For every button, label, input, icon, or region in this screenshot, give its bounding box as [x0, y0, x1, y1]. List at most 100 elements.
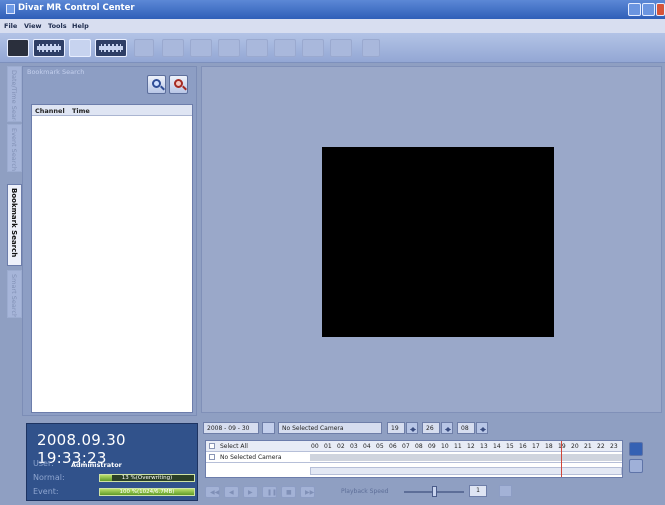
fast-forward-button[interactable]: ▶▶: [300, 486, 315, 498]
search-button[interactable]: [147, 75, 166, 94]
second-field[interactable]: 08: [457, 422, 475, 434]
close-button[interactable]: [656, 3, 665, 16]
calendar-icon[interactable]: [262, 422, 275, 434]
column-time[interactable]: Time: [72, 107, 90, 115]
app-icon: [6, 4, 15, 14]
tab-bookmark-search[interactable]: Bookmark Search: [7, 184, 22, 266]
minute-field[interactable]: 26: [422, 422, 440, 434]
clear-search-button[interactable]: [169, 75, 188, 94]
live-view-film-icon[interactable]: [33, 39, 65, 57]
select-all-checkbox[interactable]: [209, 443, 215, 449]
layout-8-icon[interactable]: [330, 39, 352, 57]
timeline[interactable]: Select All 00 01 02 03 04 05 06 07 08 09 10 11 12 13 1…: [205, 440, 623, 478]
video-screen[interactable]: [322, 147, 554, 337]
minimize-button[interactable]: [628, 3, 641, 16]
maximize-button[interactable]: [642, 3, 655, 16]
hour-tick: 04: [363, 443, 371, 450]
hour-scale: 0001020304050607080910111213141516171819…: [310, 441, 622, 452]
bookmark-panel: Bookmark Search Channel Time: [22, 66, 197, 416]
window-title: Divar MR Control Center: [18, 3, 135, 13]
layout-2-icon[interactable]: [162, 39, 184, 57]
status-panel: 2008.09.30 19:33:23 User: Administrator …: [26, 423, 198, 501]
hour-tick: 01: [324, 443, 332, 450]
camera-row-label: No Selected Camera: [220, 454, 282, 461]
tab-smart-search[interactable]: Smart Search: [7, 270, 22, 318]
step-back-button[interactable]: ◀: [224, 486, 239, 498]
hour-tick: 02: [337, 443, 345, 450]
setup-wrench-icon[interactable]: [69, 39, 91, 57]
event-label: Event:: [33, 487, 59, 496]
layout-5-icon[interactable]: [246, 39, 268, 57]
hour-tick: 23: [610, 443, 618, 450]
tab-date-time-search[interactable]: Date/Time Search: [7, 66, 22, 122]
user-label: User:: [33, 459, 54, 468]
hour-tick: 08: [415, 443, 423, 450]
hour-field[interactable]: 19: [387, 422, 405, 434]
hour-tick: 07: [402, 443, 410, 450]
menu-file[interactable]: File: [4, 22, 17, 30]
event-storage-gauge: 100 %(1024/6.7MB): [99, 488, 195, 496]
normal-gauge-text: 13 %(Overwriting): [121, 475, 173, 481]
select-all-label: Select All: [220, 443, 248, 450]
hour-tick: 09: [428, 443, 436, 450]
playback-speed-label: Playback Speed: [341, 488, 389, 495]
playback-controls: 2008 - 09 - 30 No Selected Camera 19 26 …: [201, 419, 662, 503]
rewind-button[interactable]: ◀◀: [205, 486, 220, 498]
hour-tick: 18: [545, 443, 553, 450]
camera-checkbox[interactable]: [209, 454, 215, 460]
hour-tick: 12: [467, 443, 475, 450]
normal-label: Normal:: [33, 473, 65, 482]
speed-apply-button[interactable]: [499, 485, 512, 497]
speed-slider-handle[interactable]: [432, 486, 437, 497]
layout-7-icon[interactable]: [302, 39, 324, 57]
search-tabs: Date/Time Search Event Search Bookmark S…: [7, 66, 22, 416]
timeline-scrollbar[interactable]: [310, 467, 622, 475]
hour-tick: 20: [571, 443, 579, 450]
panel-header: Bookmark Search: [27, 68, 85, 76]
zoom-in-icon[interactable]: [629, 442, 643, 456]
date-field[interactable]: 2008 - 09 - 30: [203, 422, 259, 434]
play-button[interactable]: ▶: [243, 486, 258, 498]
export-icon[interactable]: [362, 39, 380, 57]
menu-help[interactable]: Help: [72, 22, 89, 30]
video-area: [201, 66, 662, 413]
hour-tick: 11: [454, 443, 462, 450]
layout-3-icon[interactable]: [190, 39, 212, 57]
hour-tick: 22: [597, 443, 605, 450]
hour-tick: 05: [376, 443, 384, 450]
hour-spinner[interactable]: [406, 422, 418, 434]
hour-tick: 15: [506, 443, 514, 450]
playback-film-icon[interactable]: [95, 39, 127, 57]
event-gauge-text: 100 %(1024/6.7MB): [119, 489, 175, 495]
layout-6-icon[interactable]: [274, 39, 296, 57]
select-all-row: Select All 00 01 02 03 04 05 06 07 08 09 10 11 12 13 1…: [206, 441, 622, 452]
bookmark-list[interactable]: Channel Time: [31, 104, 193, 413]
menu-bar: File View Tools Help: [0, 19, 665, 33]
column-channel[interactable]: Channel: [35, 107, 65, 115]
tab-event-search[interactable]: Event Search: [7, 124, 22, 172]
menu-tools[interactable]: Tools: [48, 22, 67, 30]
hour-tick: 21: [584, 443, 592, 450]
normal-storage-gauge: 13 %(Overwriting): [99, 474, 195, 482]
camera-field[interactable]: No Selected Camera: [278, 422, 382, 434]
camera-icon[interactable]: [7, 39, 29, 57]
menu-view[interactable]: View: [24, 22, 42, 30]
pause-button[interactable]: ❚❚: [262, 486, 277, 498]
list-header: Channel Time: [32, 105, 192, 116]
recording-bar[interactable]: [310, 454, 622, 461]
hour-tick: 10: [441, 443, 449, 450]
toolbar: [0, 33, 665, 63]
zoom-out-icon[interactable]: [629, 459, 643, 473]
hour-tick: 14: [493, 443, 501, 450]
minute-spinner[interactable]: [441, 422, 453, 434]
title-bar: Divar MR Control Center: [0, 0, 665, 19]
speed-value: 1: [469, 485, 487, 497]
time-marker[interactable]: [560, 441, 562, 477]
user-value: Administrator: [71, 461, 122, 469]
second-spinner[interactable]: [476, 422, 488, 434]
layout-1-icon[interactable]: [134, 39, 154, 57]
layout-4-icon[interactable]: [218, 39, 240, 57]
stop-button[interactable]: ■: [281, 486, 296, 498]
hour-tick: 03: [350, 443, 358, 450]
hour-tick: 17: [532, 443, 540, 450]
